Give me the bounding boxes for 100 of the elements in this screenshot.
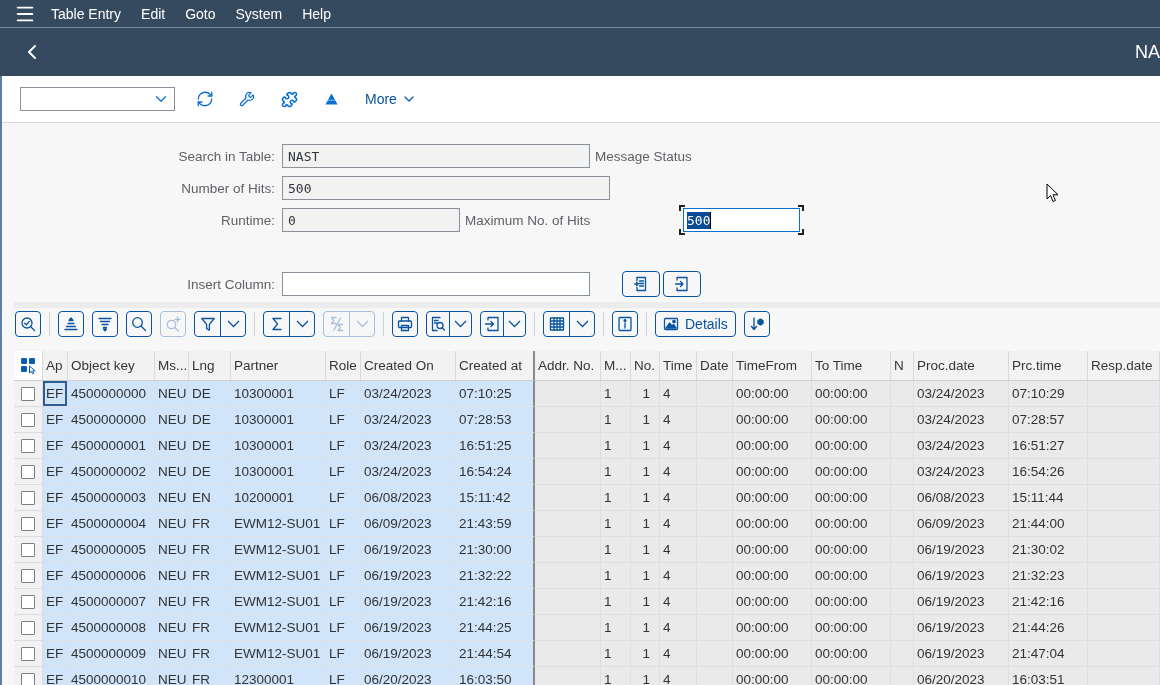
table-cell: NEU — [155, 615, 189, 641]
table-cell: 16:51:25 — [456, 433, 535, 459]
column-header[interactable]: To Time — [812, 351, 891, 381]
column-header[interactable]: Role — [326, 351, 361, 381]
table-cell: 1 — [631, 615, 660, 641]
sum-button[interactable] — [263, 311, 315, 337]
column-header[interactable]: Addr. No. — [535, 351, 601, 381]
export-button[interactable] — [480, 311, 526, 337]
details-button[interactable]: Details — [655, 311, 736, 337]
table-cell: 21:43:59 — [456, 511, 535, 537]
table-cell: 4500000005 — [68, 537, 155, 563]
row-checkbox[interactable] — [21, 569, 35, 584]
row-checkbox[interactable] — [21, 543, 35, 558]
row-checkbox[interactable] — [21, 621, 35, 636]
table-cell: 1 — [631, 381, 660, 407]
grid-pointer-icon[interactable] — [19, 357, 37, 374]
menu-item[interactable]: Table Entry — [41, 0, 132, 27]
column-header[interactable]: TimeFrom — [733, 351, 812, 381]
column-header[interactable]: Created at — [456, 351, 535, 381]
table-cell: 1 — [631, 485, 660, 511]
sort-ascending-button[interactable] — [58, 311, 84, 337]
column-header[interactable]: Prc.time — [1009, 351, 1088, 381]
column-header[interactable]: N — [891, 351, 914, 381]
row-checkbox[interactable] — [21, 439, 35, 454]
table-cell: EF — [43, 381, 68, 407]
filter-button[interactable] — [194, 311, 246, 337]
max-hits-field[interactable]: 500 — [683, 208, 800, 232]
row-checkbox[interactable] — [21, 413, 35, 428]
column-header[interactable]: Partner — [231, 351, 326, 381]
row-checkbox[interactable] — [21, 595, 35, 610]
table-cell: LF — [326, 615, 361, 641]
table-cell: 1 — [631, 563, 660, 589]
row-checkbox[interactable] — [21, 647, 35, 662]
row-checkbox[interactable] — [21, 387, 35, 402]
column-header[interactable]: Resp.date — [1088, 351, 1160, 381]
table-cell: 10300001 — [231, 381, 326, 407]
table-cell: NEU — [155, 433, 189, 459]
table-cell: 16:03:51 — [1009, 667, 1088, 685]
row-checkbox[interactable] — [21, 465, 35, 480]
table-cell: 06/20/2023 — [361, 667, 456, 685]
table-cell: 1 — [601, 433, 631, 459]
row-checkbox[interactable] — [21, 517, 35, 532]
text-field[interactable]: 0 — [282, 208, 460, 232]
table-cell: EWM12-SU01 — [231, 641, 326, 667]
more-button[interactable]: More — [357, 84, 425, 114]
table-cell: LF — [326, 589, 361, 615]
text-field[interactable]: 500 — [282, 176, 610, 200]
info-button[interactable] — [612, 311, 638, 337]
insert-list-button[interactable] — [622, 271, 660, 297]
table-cell: 06/08/2023 — [361, 485, 456, 511]
menu-item[interactable]: Goto — [175, 0, 226, 27]
table-cell: EWM12-SU01 — [231, 511, 326, 537]
column-header[interactable]: Object key — [68, 351, 155, 381]
table-cell: 21:44:54 — [456, 641, 535, 667]
table-cell: 10300001 — [231, 433, 326, 459]
table-cell: 00:00:00 — [733, 407, 812, 433]
search-button[interactable] — [126, 311, 152, 337]
graphic-button[interactable] — [743, 311, 770, 337]
table-cell: 00:00:00 — [812, 433, 891, 459]
column-header[interactable]: Lng — [189, 351, 231, 381]
view-button[interactable] — [426, 311, 472, 337]
column-header[interactable]: Created On — [361, 351, 456, 381]
menu-item[interactable]: Edit — [131, 0, 176, 27]
table-cell: 4 — [660, 563, 697, 589]
dropdown-field[interactable] — [20, 87, 175, 111]
row-checkbox[interactable] — [21, 673, 35, 685]
magnifier-check-icon — [20, 316, 36, 332]
table-cell: NEU — [155, 667, 189, 685]
sort-descending-button[interactable] — [92, 311, 118, 337]
print-button[interactable] — [392, 311, 418, 337]
table-cell: LF — [326, 537, 361, 563]
column-header[interactable]: Proc.date — [914, 351, 1009, 381]
image-icon — [663, 316, 679, 332]
table-cell: 4 — [660, 589, 697, 615]
column-header[interactable]: Ms... — [155, 351, 189, 381]
menu-item[interactable]: Help — [292, 0, 341, 27]
column-header[interactable]: Ap — [43, 351, 68, 381]
table-cell: LF — [326, 381, 361, 407]
table-cell: LF — [326, 459, 361, 485]
layout-button[interactable] — [543, 311, 595, 337]
table-cell: 1 — [601, 459, 631, 485]
detail-button[interactable] — [15, 311, 41, 337]
table-cell: 1 — [601, 485, 631, 511]
table-cell: 1 — [631, 589, 660, 615]
table-cell: NEU — [155, 563, 189, 589]
column-header[interactable]: Time — [660, 351, 697, 381]
table-cell: 06/20/2023 — [914, 667, 1009, 685]
menu-item[interactable]: System — [225, 0, 293, 27]
insert-arrow-button[interactable] — [663, 271, 701, 297]
row-checkbox[interactable] — [21, 491, 35, 506]
text-field[interactable]: NAST — [282, 144, 590, 168]
column-header[interactable]: M... — [601, 351, 631, 381]
column-header[interactable]: No. — [631, 351, 660, 381]
table-cell: EF — [43, 433, 68, 459]
field-label: Number of Hits: — [180, 180, 275, 196]
document-search-icon — [430, 316, 446, 332]
table-cell: 1 — [631, 407, 660, 433]
input-field[interactable] — [282, 272, 590, 296]
column-header[interactable]: Date — [697, 351, 733, 381]
table-cell: LF — [326, 667, 361, 685]
